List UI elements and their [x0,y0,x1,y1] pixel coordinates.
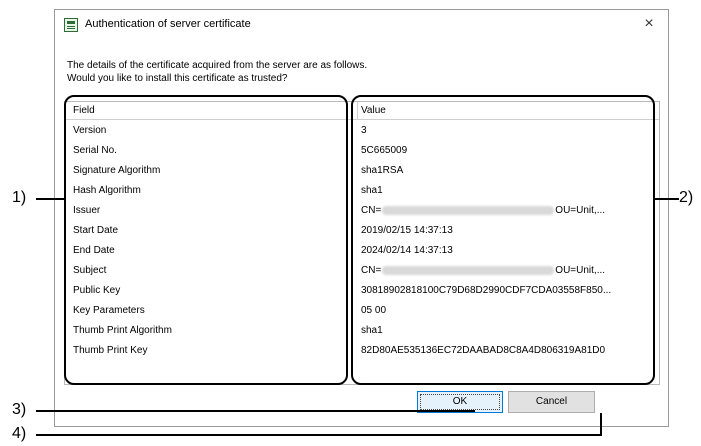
callout-line-2 [655,198,679,200]
callout-line-4-vertical [600,413,602,436]
close-icon[interactable]: × [638,14,660,34]
callout-line-4 [36,434,602,436]
callout-label-2: 2) [679,189,694,206]
window-title: Authentication of server certificate [85,18,251,30]
cancel-button[interactable]: Cancel [508,391,595,413]
value-column-bracket [351,95,655,385]
title-bar: Authentication of server certificate × [55,10,668,40]
callout-label-3: 3) [12,401,27,418]
callout-label-4: 4) [12,425,27,442]
message-line-1: The details of the certificate acquired … [67,60,368,71]
callout-label-1: 1) [12,189,27,206]
message-line-2: Would you like to install this certifica… [67,73,288,84]
field-column-bracket [64,95,348,385]
callout-line-1 [36,198,64,200]
certificate-app-icon [64,18,78,32]
callout-line-3 [36,410,475,412]
